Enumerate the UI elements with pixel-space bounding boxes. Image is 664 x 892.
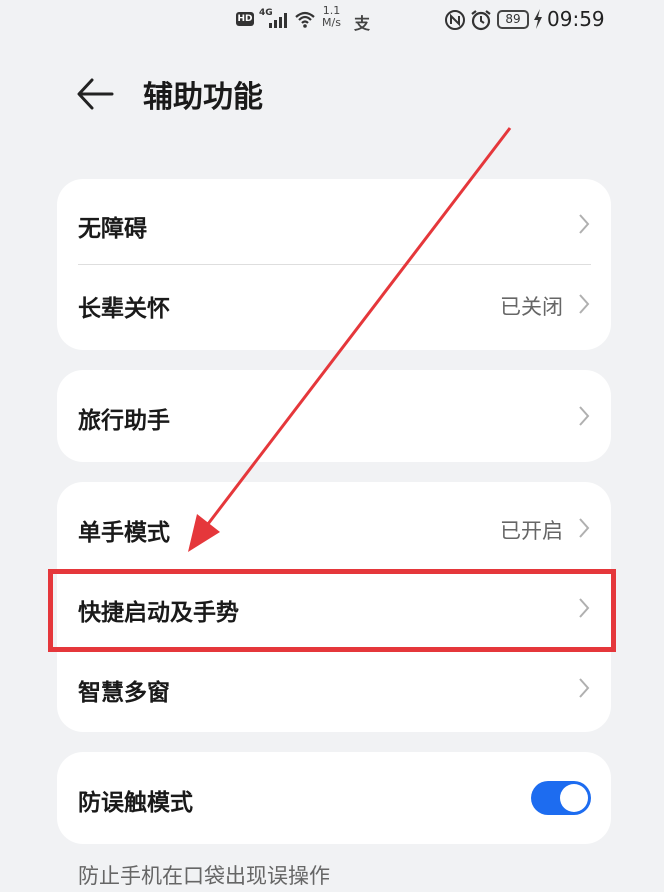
- chevron-right-icon: [579, 598, 590, 618]
- list-item-shortcuts-gestures[interactable]: 快捷启动及手势: [57, 569, 611, 649]
- status-value: 已开启: [500, 519, 563, 543]
- list-item-accidental-touch[interactable]: 防误触模式: [57, 752, 611, 844]
- battery-icon: 89: [497, 10, 529, 29]
- settings-group-1: 无障碍 长辈关怀 已关闭: [57, 179, 611, 350]
- toggle-knob: [560, 784, 588, 812]
- signal-icon: [269, 13, 287, 28]
- nfc-icon: [445, 10, 465, 30]
- list-item-label: 快捷启动及手势: [78, 600, 239, 626]
- wifi-icon: [295, 11, 315, 28]
- list-item-label: 旅行助手: [78, 408, 170, 434]
- list-item-label: 长辈关怀: [78, 296, 170, 322]
- chevron-right-icon: [579, 406, 590, 426]
- settings-group-2: 旅行助手: [57, 370, 611, 462]
- charging-icon: [534, 9, 542, 29]
- alarm-icon: [471, 10, 491, 31]
- list-item-label: 防误触模式: [78, 790, 193, 816]
- clock-time: 09:59: [547, 7, 605, 31]
- settings-group-3: 单手模式 已开启 快捷启动及手势 智慧多窗: [57, 482, 611, 732]
- chevron-right-icon: [579, 518, 590, 538]
- hd-icon: HD: [236, 12, 254, 26]
- status-bar: HD 4G 1.1 M/s 支 89 09:59: [0, 0, 664, 42]
- list-item-travel-assistant[interactable]: 旅行助手: [57, 370, 611, 462]
- status-value: 已关闭: [500, 295, 563, 319]
- chevron-right-icon: [579, 294, 590, 314]
- chevron-right-icon: [579, 214, 590, 234]
- page-title: 辅助功能: [143, 80, 263, 115]
- network-speed: 1.1 M/s: [322, 4, 341, 29]
- back-arrow-icon[interactable]: [76, 74, 114, 114]
- list-item-smart-multiwindow[interactable]: 智慧多窗: [57, 649, 611, 732]
- list-item-label: 智慧多窗: [78, 680, 170, 706]
- settings-group-4: 防误触模式: [57, 752, 611, 844]
- alipay-icon: 支: [354, 14, 371, 33]
- list-item-elder-care[interactable]: 长辈关怀 已关闭: [57, 265, 611, 350]
- chevron-right-icon: [579, 678, 590, 698]
- accidental-touch-toggle[interactable]: [531, 781, 591, 815]
- list-item-accessibility[interactable]: 无障碍: [57, 179, 611, 265]
- footer-hint: 防止手机在口袋出现误操作: [78, 864, 330, 888]
- list-item-label: 单手模式: [78, 520, 170, 546]
- list-item-one-handed-mode[interactable]: 单手模式 已开启: [57, 482, 611, 569]
- list-item-label: 无障碍: [78, 216, 147, 242]
